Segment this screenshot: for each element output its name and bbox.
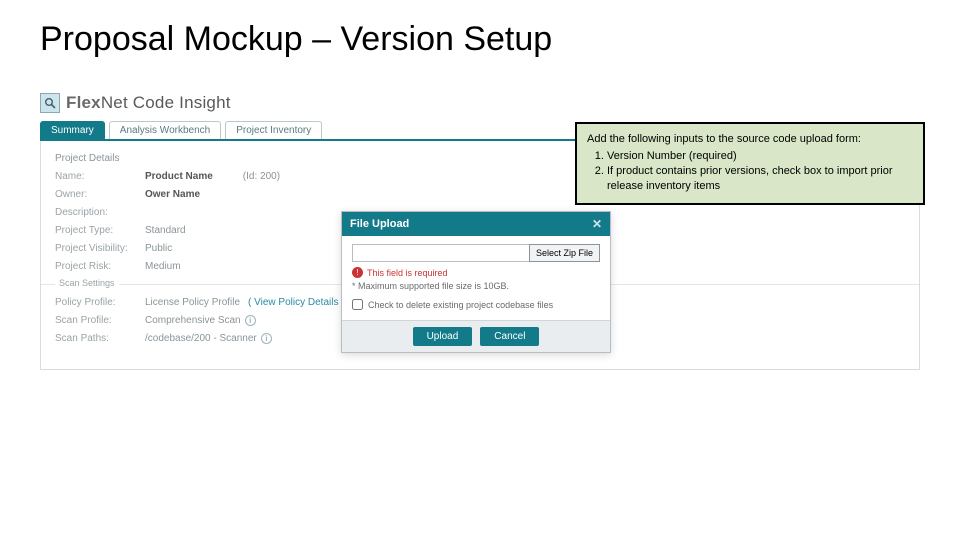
modal-footer: Upload Cancel <box>342 320 610 352</box>
tab-summary[interactable]: Summary <box>40 121 105 139</box>
label-risk: Project Risk: <box>55 261 145 272</box>
value-name: Product Name <box>145 171 213 182</box>
value-project-type: Standard <box>145 225 186 236</box>
modal-header: File Upload ✕ <box>342 212 610 236</box>
select-zip-button[interactable]: Select Zip File <box>529 244 600 262</box>
cancel-button[interactable]: Cancel <box>480 327 539 346</box>
file-input-row: Select Zip File <box>352 244 600 262</box>
value-visibility: Public <box>145 243 172 254</box>
label-project-type: Project Type: <box>55 225 145 236</box>
annotation-lead: Add the following inputs to the source c… <box>587 132 913 147</box>
checkbox-delete-codebase-input[interactable] <box>352 299 363 310</box>
slide-title: Proposal Mockup – Version Setup <box>40 20 920 59</box>
value-scan-profile: Comprehensive Scan <box>145 315 241 326</box>
label-name: Name: <box>55 171 145 182</box>
modal-file-upload: File Upload ✕ Select Zip File ! This fie… <box>341 211 611 353</box>
annotation-list: Version Number (required) If product con… <box>607 149 913 194</box>
value-name-suffix: (Id: 200) <box>243 171 280 182</box>
error-icon: ! <box>352 267 363 278</box>
close-icon[interactable]: ✕ <box>592 217 602 231</box>
error-required: ! This field is required <box>352 267 600 278</box>
label-visibility: Project Visibility: <box>55 243 145 254</box>
value-policy: License Policy Profile <box>145 297 240 308</box>
hint-max-size: * Maximum supported file size is 10GB. <box>352 281 600 291</box>
modal-title: File Upload <box>350 218 409 230</box>
annotation-callout: Add the following inputs to the source c… <box>575 122 925 205</box>
error-text: This field is required <box>367 268 448 278</box>
zip-file-input[interactable] <box>352 244 530 262</box>
label-policy: Policy Profile: <box>55 297 145 308</box>
label-scan-paths: Scan Paths: <box>55 333 145 344</box>
label-scan-profile: Scan Profile: <box>55 315 145 326</box>
value-scan-paths: /codebase/200 - Scanner <box>145 333 257 344</box>
label-description: Description: <box>55 207 145 218</box>
fieldset-scan-settings: Scan Settings <box>55 278 119 288</box>
tab-analysis-workbench[interactable]: Analysis Workbench <box>109 121 221 139</box>
annotation-item-1: Version Number (required) <box>607 149 913 164</box>
info-icon[interactable]: i <box>245 315 256 326</box>
brand-text: FlexNet Code Insight <box>66 93 231 113</box>
link-view-policy-details[interactable]: ( View Policy Details ) <box>248 297 345 308</box>
checkbox-delete-codebase[interactable]: Check to delete existing project codebas… <box>352 299 600 310</box>
value-risk: Medium <box>145 261 181 272</box>
loupe-icon <box>40 93 60 113</box>
value-owner: Ower Name <box>145 189 200 200</box>
upload-button[interactable]: Upload <box>413 327 473 346</box>
annotation-item-2: If product contains prior versions, chec… <box>607 164 913 194</box>
brand: FlexNet Code Insight <box>40 89 920 119</box>
modal-body: Select Zip File ! This field is required… <box>342 236 610 320</box>
tab-project-inventory[interactable]: Project Inventory <box>225 121 322 139</box>
label-owner: Owner: <box>55 189 145 200</box>
checkbox-delete-codebase-label: Check to delete existing project codebas… <box>368 300 553 310</box>
info-icon[interactable]: i <box>261 333 272 344</box>
